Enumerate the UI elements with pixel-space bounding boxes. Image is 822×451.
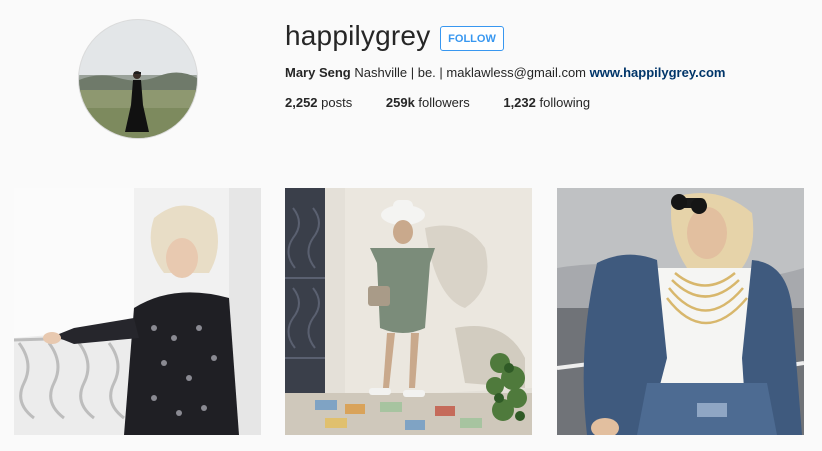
profile-avatar[interactable] [78,19,198,139]
avatar-photo [79,20,197,138]
post-thumbnail-2[interactable] [285,188,532,435]
stat-posts: 2,252 posts [285,95,352,110]
stat-following[interactable]: 1,232 following [503,95,590,110]
stat-followers-label: followers [418,95,470,110]
post-photo-2 [285,188,532,435]
profile-stats: 2,252 posts 259k followers 1,232 followi… [285,95,620,110]
post-thumbnail-3[interactable] [557,188,804,435]
profile-username: happilygrey [285,20,431,51]
stat-following-count: 1,232 [503,95,536,110]
post-thumbnail-1[interactable] [14,188,261,435]
stat-posts-label: posts [321,95,353,110]
post-photo-1 [14,188,261,435]
post-photo-3 [557,188,804,435]
stat-followers[interactable]: 259k followers [386,95,470,110]
profile-full-name: Mary Seng [285,65,351,80]
stat-followers-count: 259k [385,95,415,110]
follow-button[interactable]: FOLLOW [440,26,504,51]
profile-bio-text: Nashville | be. | maklawless@gmail.com [354,65,587,80]
stat-posts-count: 2,252 [285,95,318,110]
profile-bio: Mary Seng Nashville | be. | maklawless@g… [285,65,725,80]
stat-following-label: following [539,95,591,110]
profile-website-link[interactable]: www.happilygrey.com [590,65,726,80]
